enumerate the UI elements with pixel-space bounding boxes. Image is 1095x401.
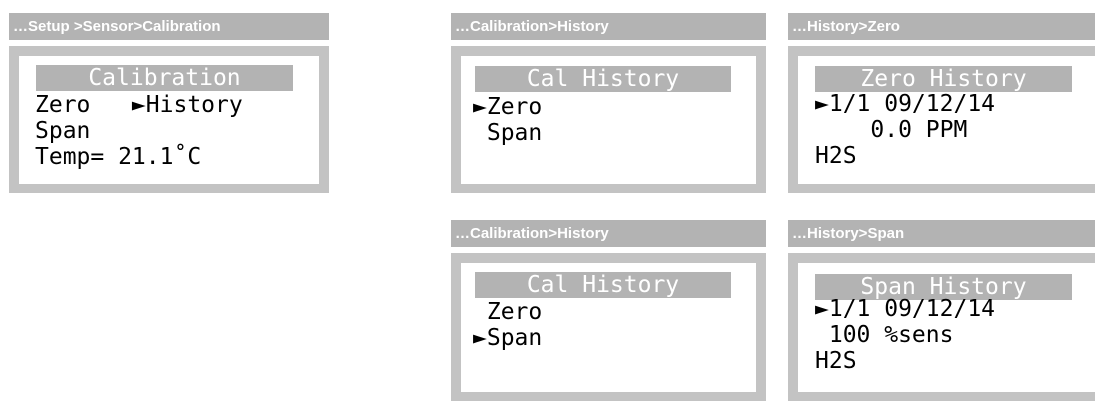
screen-title: Zero History xyxy=(815,66,1072,92)
menu-item-zero[interactable]: Zero xyxy=(473,299,542,325)
breadcrumb: …Setup >Sensor>Calibration xyxy=(9,13,329,40)
span-reading: 100 %sens xyxy=(815,322,954,348)
display-frame: Cal History ►Zero Span xyxy=(451,46,766,193)
breadcrumb: …Calibration>History xyxy=(451,13,766,40)
record-index-date: ►1/1 09/12/14 xyxy=(815,296,996,322)
display-screen: Zero History ►1/1 09/12/14 0.0 PPM H2S xyxy=(798,56,1095,184)
display-frame: Calibration Zero ►History Span Temp= 21.… xyxy=(9,46,329,193)
menu-item-zero-selected[interactable]: ►Zero xyxy=(473,94,542,120)
breadcrumb: …History>Zero xyxy=(788,13,1095,40)
display-frame: Cal History Zero ►Span xyxy=(451,253,766,401)
gas-type: H2S xyxy=(815,348,857,374)
cal-history-panel-span: …Calibration>History Cal History Zero ►S… xyxy=(451,220,766,401)
display-frame: Span History ►1/1 09/12/14 100 %sens H2S xyxy=(788,253,1095,401)
menu-line-zero-history[interactable]: Zero ►History xyxy=(35,92,243,118)
display-screen: Cal History Zero ►Span xyxy=(461,263,756,392)
screen-title: Cal History xyxy=(475,66,731,92)
breadcrumb: …History>Span xyxy=(788,220,1095,247)
display-screen: Span History ►1/1 09/12/14 100 %sens H2S xyxy=(798,263,1095,392)
gas-type: H2S xyxy=(815,143,857,169)
record-index-date: ►1/1 09/12/14 xyxy=(815,91,996,117)
display-screen: Calibration Zero ►History Span Temp= 21.… xyxy=(19,56,319,184)
breadcrumb: …Calibration>History xyxy=(451,220,766,247)
cal-history-panel-zero: …Calibration>History Cal History ►Zero S… xyxy=(451,13,766,193)
span-history-panel: …History>Span Span History ►1/1 09/12/14… xyxy=(788,220,1095,401)
zero-reading: 0.0 PPM xyxy=(815,117,968,143)
display-frame: Zero History ►1/1 09/12/14 0.0 PPM H2S xyxy=(788,46,1095,193)
calibration-panel: …Setup >Sensor>Calibration Calibration Z… xyxy=(9,13,329,193)
zero-history-panel: …History>Zero Zero History ►1/1 09/12/14… xyxy=(788,13,1095,193)
display-screen: Cal History ►Zero Span xyxy=(461,56,756,184)
menu-item-span-selected[interactable]: ►Span xyxy=(473,325,542,351)
menu-item-span[interactable]: Span xyxy=(35,118,90,144)
menu-item-span[interactable]: Span xyxy=(473,120,542,146)
temperature-readout: Temp= 21.1˚C xyxy=(35,144,202,170)
screen-title: Calibration xyxy=(36,65,293,91)
screen-title: Cal History xyxy=(475,272,731,298)
